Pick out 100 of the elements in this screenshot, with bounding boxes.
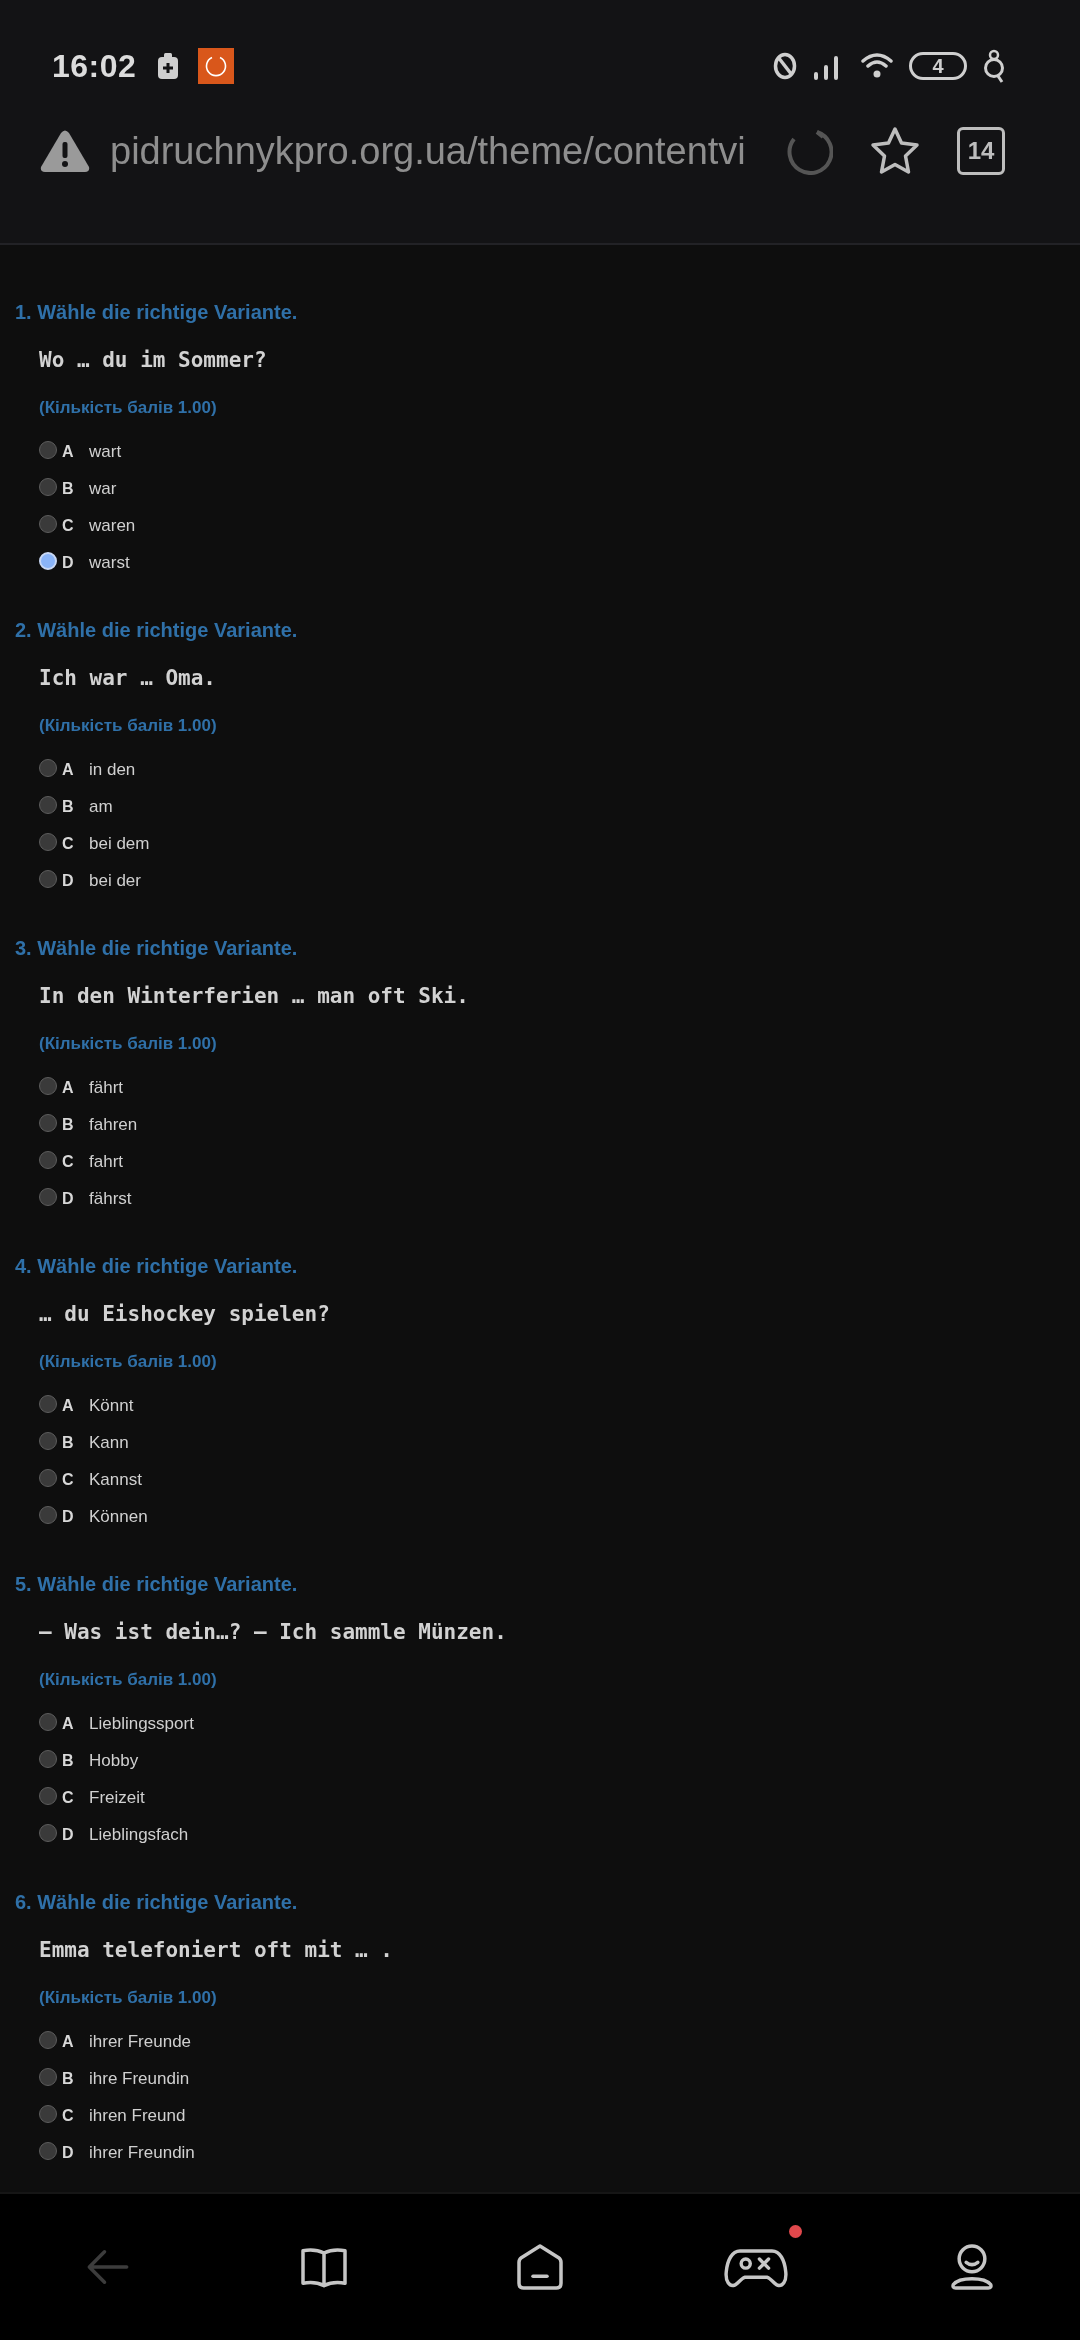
radio-button[interactable]: [39, 1469, 57, 1487]
option-letter: D: [62, 1506, 75, 1527]
option-letter: C: [62, 1151, 75, 1172]
radio-button[interactable]: [39, 796, 57, 814]
radio-button[interactable]: [39, 1824, 57, 1842]
option-letter: B: [62, 478, 75, 499]
radio-button[interactable]: [39, 1787, 57, 1805]
option-label[interactable]: warst: [89, 552, 130, 573]
radio-button[interactable]: [39, 2105, 57, 2123]
option-label[interactable]: Können: [89, 1506, 148, 1527]
blocked-icon: [773, 52, 797, 80]
points-label: (Кількість балів 1.00): [39, 397, 218, 419]
option-letter: D: [62, 552, 75, 573]
option-label[interactable]: am: [89, 796, 113, 817]
radio-button[interactable]: [39, 1077, 57, 1095]
option-label[interactable]: Hobby: [89, 1750, 139, 1771]
radio-button[interactable]: [39, 1151, 57, 1169]
radio-button[interactable]: [39, 515, 57, 533]
radio-button[interactable]: [39, 2068, 57, 2086]
option-letter: D: [62, 870, 75, 891]
ring-icon: [983, 49, 1005, 83]
option-label[interactable]: ihre Freundin: [89, 2068, 190, 2089]
points-label: (Кількість балів 1.00): [39, 1033, 218, 1055]
option-letter: A: [62, 1077, 75, 1098]
radio-button[interactable]: [39, 1713, 57, 1731]
points-label: (Кількість балів 1.00): [39, 715, 218, 737]
option-label[interactable]: bei dem: [89, 833, 150, 854]
option-letter: B: [62, 2068, 75, 2089]
option-letter: C: [62, 1787, 75, 1808]
option-label[interactable]: fährt: [89, 1077, 124, 1098]
plus-box-icon: [158, 53, 179, 79]
question-title: 6. Wähle die richtige Variante.: [15, 1890, 299, 1915]
radio-button[interactable]: [39, 1188, 57, 1206]
option-label[interactable]: Kann: [89, 1432, 129, 1453]
option-label[interactable]: ihrer Freunde: [89, 2031, 192, 2052]
question-title: 1. Wähle die richtige Variante.: [15, 300, 299, 325]
option-letter: A: [62, 2031, 75, 2052]
status-time: 16:02: [52, 47, 137, 85]
option-label[interactable]: Lieblingsfach: [89, 1824, 189, 1845]
option-label[interactable]: fahren: [89, 1114, 138, 1135]
question-title: 3. Wähle die richtige Variante.: [15, 936, 299, 961]
option-letter: D: [62, 1824, 75, 1845]
option-letter: D: [62, 1188, 75, 1209]
radio-button[interactable]: [39, 759, 57, 777]
question-text: In den Winterferien … man oft Ski.: [39, 983, 470, 1010]
radio-button[interactable]: [39, 478, 57, 496]
question-text: — Was ist dein…? — Ich sammle Münzen.: [39, 1619, 508, 1646]
question-text: Wo … du im Sommer?: [39, 347, 268, 374]
url-field[interactable]: pidruchnykpro.org.ua/theme/contentvi: [110, 129, 746, 173]
question-text: … du Eishockey spielen?: [39, 1301, 331, 1328]
option-letter: C: [62, 2105, 75, 2126]
option-label[interactable]: war: [89, 478, 117, 499]
option-letter: A: [62, 1713, 75, 1734]
option-label[interactable]: fahrt: [89, 1151, 124, 1172]
loading-icon[interactable]: [785, 127, 833, 175]
wifi-icon: [861, 52, 893, 80]
option-letter: C: [62, 833, 75, 854]
radio-button[interactable]: [39, 441, 57, 459]
question-text: Ich war … Oma.: [39, 665, 217, 692]
option-letter: A: [62, 1395, 75, 1416]
points-label: (Кількість балів 1.00): [39, 1987, 218, 2009]
radio-button[interactable]: [39, 1506, 57, 1524]
app-logo-icon: [198, 48, 235, 84]
radio-button[interactable]: [39, 1750, 57, 1768]
option-letter: C: [62, 515, 75, 536]
option-label[interactable]: in den: [89, 759, 136, 780]
option-label[interactable]: Lieblingssport: [89, 1713, 194, 1734]
points-label: (Кількість балів 1.00): [39, 1669, 218, 1691]
option-label[interactable]: Kannst: [89, 1469, 142, 1490]
radio-button[interactable]: [39, 833, 57, 851]
battery-indicator: 4: [909, 52, 967, 80]
option-label[interactable]: waren: [89, 515, 136, 536]
option-label[interactable]: bei der: [89, 870, 141, 891]
question-text: Emma telefoniert oft mit … .: [39, 1937, 394, 1964]
option-label[interactable]: ihren Freund: [89, 2105, 186, 2126]
option-label[interactable]: Freizeit: [89, 1787, 145, 1808]
radio-button[interactable]: [39, 1432, 57, 1450]
option-letter: D: [62, 2142, 75, 2163]
question-title: 2. Wähle die richtige Variante.: [15, 618, 299, 643]
tab-switcher-button[interactable]: 14: [957, 127, 1005, 175]
points-label: (Кількість балів 1.00): [39, 1351, 218, 1373]
option-letter: A: [62, 441, 75, 462]
radio-button[interactable]: [39, 870, 57, 888]
option-letter: B: [62, 1432, 75, 1453]
question-title: 5. Wähle die richtige Variante.: [15, 1572, 299, 1597]
warning-icon[interactable]: [40, 130, 90, 172]
radio-button[interactable]: [39, 2031, 57, 2049]
option-letter: B: [62, 1114, 75, 1135]
radio-button[interactable]: [39, 1114, 57, 1132]
option-label[interactable]: wart: [89, 441, 122, 462]
option-label[interactable]: fährst: [89, 1188, 132, 1209]
question-title: 4. Wähle die richtige Variante.: [15, 1254, 299, 1279]
radio-button[interactable]: [39, 1395, 57, 1413]
option-letter: A: [62, 759, 75, 780]
option-letter: B: [62, 1750, 75, 1771]
star-icon[interactable]: [869, 126, 921, 176]
option-letter: C: [62, 1469, 75, 1490]
radio-button[interactable]: [39, 2142, 57, 2160]
option-label[interactable]: ihrer Freundin: [89, 2142, 195, 2163]
option-label[interactable]: Könnt: [89, 1395, 134, 1416]
